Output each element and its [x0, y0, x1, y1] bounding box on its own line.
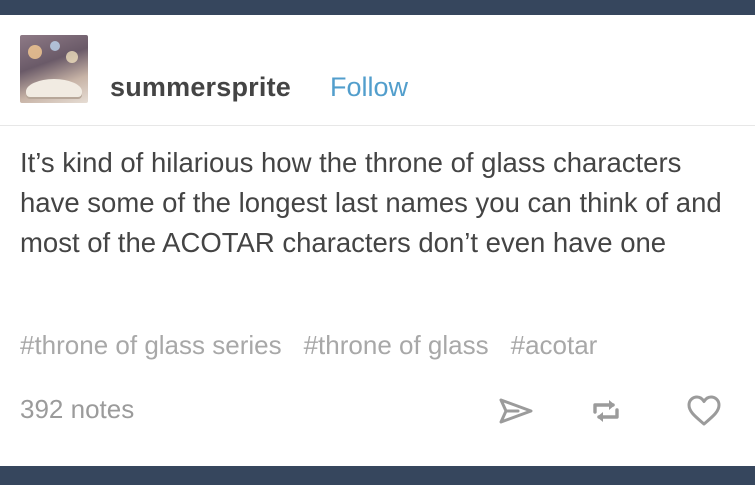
heart-icon[interactable]	[684, 391, 724, 431]
tumblr-post: summersprite Follow It’s kind of hilario…	[0, 15, 755, 466]
notes-count[interactable]: 392 notes	[20, 393, 134, 425]
post-header: summersprite Follow	[0, 15, 755, 125]
tag-link[interactable]: #acotar	[511, 330, 598, 360]
avatar[interactable]	[20, 35, 88, 103]
post-tags: #throne of glass series #throne of glass #…	[20, 329, 619, 361]
avatar-bokeh	[66, 51, 78, 63]
tag-link[interactable]: #throne of glass	[304, 330, 489, 360]
header-divider	[0, 125, 755, 126]
author-username[interactable]: summersprite	[110, 71, 291, 103]
avatar-book-image	[26, 79, 82, 97]
avatar-bokeh	[50, 41, 60, 51]
bottom-frame-bar	[0, 466, 755, 485]
paper-plane-icon[interactable]	[496, 391, 536, 431]
follow-button[interactable]: Follow	[330, 71, 408, 103]
post-body-text: It’s kind of hilarious how the throne of…	[20, 147, 722, 258]
avatar-bokeh	[28, 45, 42, 59]
reblog-icon[interactable]	[586, 391, 626, 431]
top-frame-bar	[0, 0, 755, 15]
tag-link[interactable]: #throne of glass series	[20, 330, 282, 360]
